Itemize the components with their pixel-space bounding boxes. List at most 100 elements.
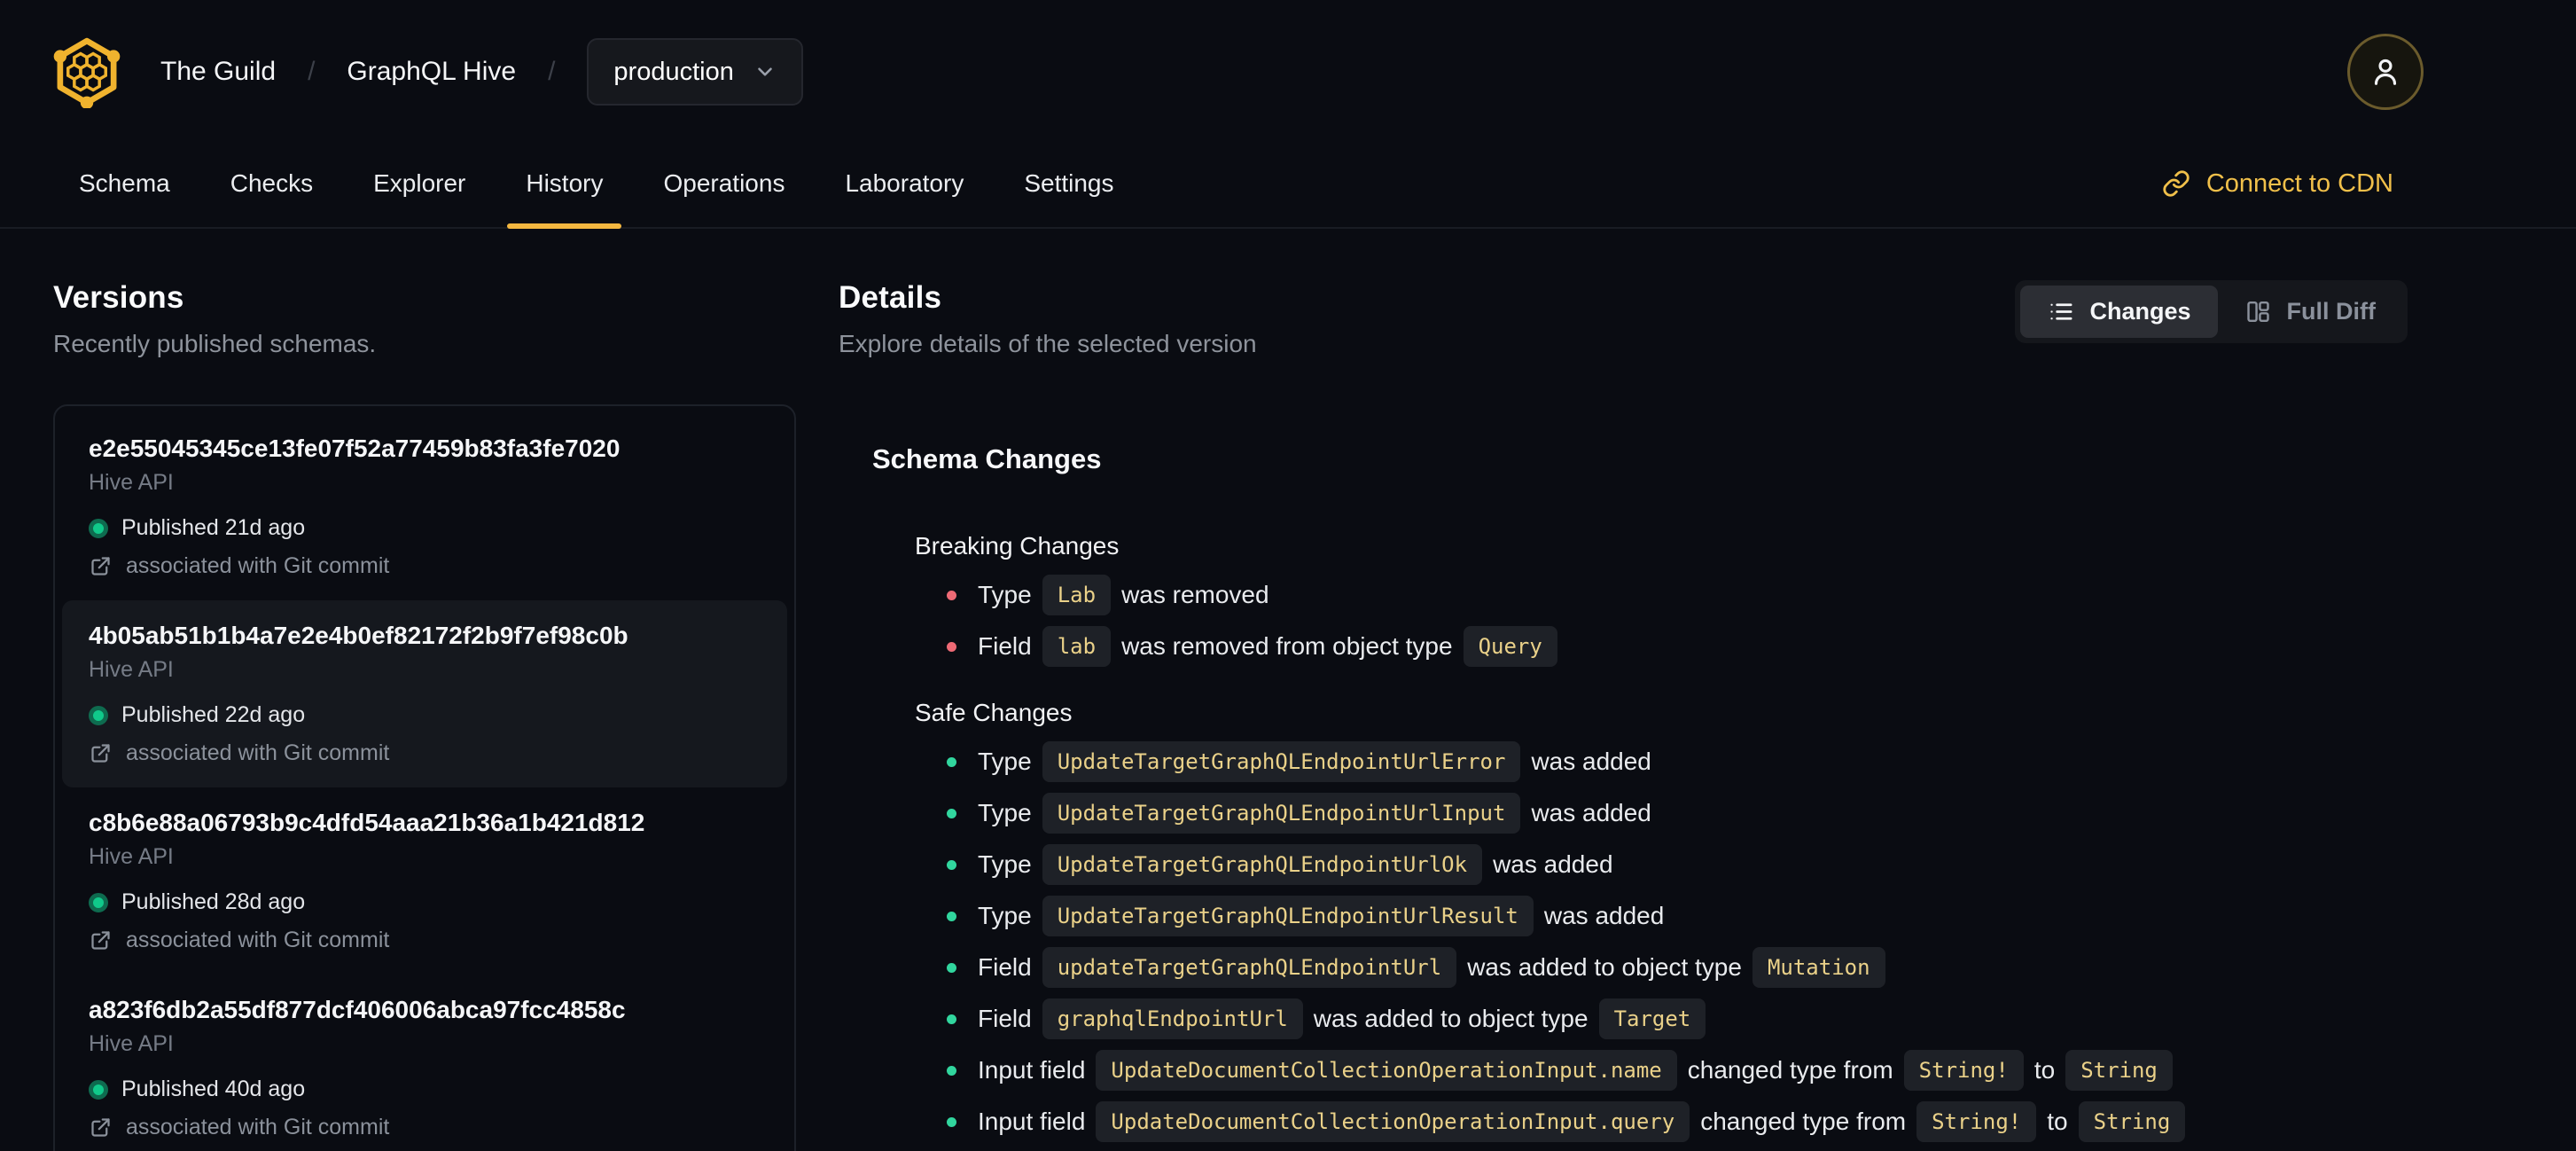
tab-laboratory[interactable]: Laboratory — [821, 140, 987, 227]
published-text: Published 28d ago — [121, 889, 306, 914]
user-avatar[interactable] — [2347, 34, 2424, 110]
versions-panel: Versions Recently published schemas. e2e… — [53, 280, 796, 1151]
change-text: Type UpdateTargetGraphQLEndpointUrlResult… — [978, 896, 1664, 936]
code-chip: Mutation — [1752, 947, 1885, 988]
details-heading-block: Details Explore details of the selected … — [839, 280, 1257, 358]
git-commit-link[interactable]: associated with Git commit — [89, 928, 761, 953]
change-text: Type Lab was removed — [978, 575, 1269, 615]
version-service: Hive API — [89, 844, 174, 869]
full-diff-toggle-label: Full Diff — [2286, 298, 2376, 325]
change-item: Type UpdateTargetGraphQLEndpointUrlOk was … — [947, 842, 2408, 887]
bullet-icon — [947, 962, 956, 973]
main-nav-row: Schema Checks Explorer History Operation… — [0, 140, 2576, 229]
change-text-part: was added — [1531, 799, 1651, 826]
safe-changes-list: Type UpdateTargetGraphQLEndpointUrlError w… — [915, 740, 2408, 1144]
safe-changes-section: Safe Changes Type UpdateTargetGraphQLEndp… — [915, 699, 2408, 1144]
change-text: Field lab was removed from object type Quer… — [978, 626, 1568, 667]
external-link-icon — [91, 1118, 110, 1137]
tab-label: Checks — [230, 169, 314, 197]
code-chip: Lab — [1042, 575, 1112, 615]
code-chip: UpdateTargetGraphQLEndpointUrlError — [1042, 741, 1521, 782]
target-selector[interactable]: production — [587, 38, 803, 106]
external-link-icon — [91, 744, 110, 763]
version-list-item[interactable]: 4b05ab51b1b4a7e2e4b0ef82172f2b9f7ef98c0b… — [62, 600, 787, 787]
git-commit-text: associated with Git commit — [126, 740, 390, 765]
tab-checks[interactable]: Checks — [207, 140, 337, 227]
change-text: Field updateTargetGraphQLEndpointUrl was a… — [978, 947, 1896, 988]
change-text-part: changed type from — [1700, 1108, 1907, 1135]
change-text: Type UpdateTargetGraphQLEndpointUrlError w… — [978, 741, 1651, 782]
code-chip: UpdateDocumentCollectionOperationInput.q… — [1096, 1101, 1690, 1142]
versions-subtitle: Recently published schemas. — [53, 330, 377, 357]
main-nav: Schema Checks Explorer History Operation… — [55, 140, 1138, 229]
breadcrumb-project[interactable]: GraphQL Hive — [347, 57, 516, 87]
change-text-part: Type — [978, 850, 1032, 878]
code-chip: String! — [1903, 1050, 2024, 1091]
bullet-icon — [947, 1065, 956, 1076]
code-chip: UpdateTargetGraphQLEndpointUrlOk — [1042, 844, 1483, 885]
change-text-part: was added — [1543, 902, 1665, 929]
tab-history[interactable]: History — [502, 140, 627, 229]
app-header: The Guild / GraphQL Hive / production Sc… — [0, 0, 2576, 229]
change-text-part: Type — [978, 799, 1032, 826]
tab-explorer[interactable]: Explorer — [349, 140, 489, 227]
details-subtitle: Explore details of the selected version — [839, 330, 1257, 357]
change-text: Field graphqlEndpointUrl was added to obje… — [978, 998, 1716, 1039]
git-commit-text: associated with Git commit — [126, 1115, 390, 1139]
versions-list: e2e55045345ce13fe07f52a77459b83fa3fe7020… — [53, 404, 796, 1151]
breaking-changes-section: Breaking Changes Type Lab was removed Fiel… — [915, 532, 2408, 669]
change-text: Input field UpdateDocumentCollectionOpera… — [978, 1101, 2196, 1142]
change-text-part: Type — [978, 581, 1032, 608]
git-commit-text: associated with Git commit — [126, 553, 390, 578]
git-commit-link[interactable]: associated with Git commit — [89, 553, 761, 579]
split-columns-icon — [2246, 301, 2269, 323]
change-item: Input field UpdateDocumentCollectionOpera… — [947, 1048, 2408, 1092]
published-dot-icon — [89, 892, 108, 912]
tab-settings[interactable]: Settings — [1000, 140, 1137, 227]
published-dot-icon — [89, 705, 108, 725]
version-list-item[interactable]: a823f6db2a55df877dcf406006abca97fcc4858c… — [62, 975, 787, 1151]
code-chip: UpdateTargetGraphQLEndpointUrlResult — [1042, 896, 1534, 936]
change-text-part: Field — [978, 953, 1032, 981]
breadcrumb-org[interactable]: The Guild — [160, 57, 276, 87]
version-hash: 4b05ab51b1b4a7e2e4b0ef82172f2b9f7ef98c0b — [89, 622, 628, 649]
code-chip: String — [2065, 1050, 2173, 1091]
version-service: Hive API — [89, 470, 174, 495]
connect-cdn-link[interactable]: Connect to CDN — [2162, 140, 2393, 227]
change-text-part: was removed from object type — [1121, 632, 1453, 660]
schema-changes-title: Schema Changes — [872, 443, 1102, 474]
bullet-icon — [947, 1014, 956, 1024]
change-item: Field updateTargetGraphQLEndpointUrl was a… — [947, 945, 2408, 990]
versions-title: Versions — [53, 280, 184, 315]
external-link-icon — [91, 931, 110, 950]
change-item: Type UpdateTargetGraphQLEndpointUrlResult… — [947, 894, 2408, 938]
breaking-changes-title: Breaking Changes — [915, 532, 1120, 560]
git-commit-link[interactable]: associated with Git commit — [89, 1115, 761, 1140]
code-chip: Target — [1598, 998, 1706, 1039]
connect-cdn-label: Connect to CDN — [2205, 168, 2393, 198]
tab-operations[interactable]: Operations — [639, 140, 808, 227]
change-text-part: was added — [1493, 850, 1613, 878]
version-list-item[interactable]: e2e55045345ce13fe07f52a77459b83fa3fe7020… — [62, 413, 787, 600]
app-root: The Guild / GraphQL Hive / production Sc… — [0, 0, 2576, 1151]
bullet-icon — [947, 641, 956, 652]
version-hash: a823f6db2a55df877dcf406006abca97fcc4858c — [89, 996, 626, 1023]
version-list-item[interactable]: c8b6e88a06793b9c4dfd54aaa21b36a1b421d812… — [62, 787, 787, 975]
change-item: Field graphqlEndpointUrl was added to obje… — [947, 997, 2408, 1041]
change-item: Type UpdateTargetGraphQLEndpointUrlError w… — [947, 740, 2408, 784]
published-text: Published 40d ago — [121, 1077, 306, 1101]
version-service: Hive API — [89, 1031, 174, 1056]
git-commit-link[interactable]: associated with Git commit — [89, 740, 761, 766]
tab-label: Settings — [1024, 169, 1114, 197]
tab-schema[interactable]: Schema — [55, 140, 194, 227]
change-text-part: was added to object type — [1313, 1005, 1589, 1032]
hive-logo-icon[interactable] — [51, 35, 123, 108]
full-diff-toggle-button[interactable]: Full Diff — [2218, 286, 2402, 338]
changes-toggle-button[interactable]: Changes — [2020, 286, 2218, 338]
change-text: Type UpdateTargetGraphQLEndpointUrlOk was … — [978, 844, 1613, 885]
breaking-changes-list: Type Lab was removed Field lab was removed f… — [915, 573, 2408, 669]
breadcrumb-separator: / — [308, 57, 316, 86]
view-toggle: Changes Full Diff — [2015, 280, 2408, 343]
person-icon — [2374, 59, 2397, 85]
changes-toggle-label: Changes — [2089, 298, 2191, 325]
